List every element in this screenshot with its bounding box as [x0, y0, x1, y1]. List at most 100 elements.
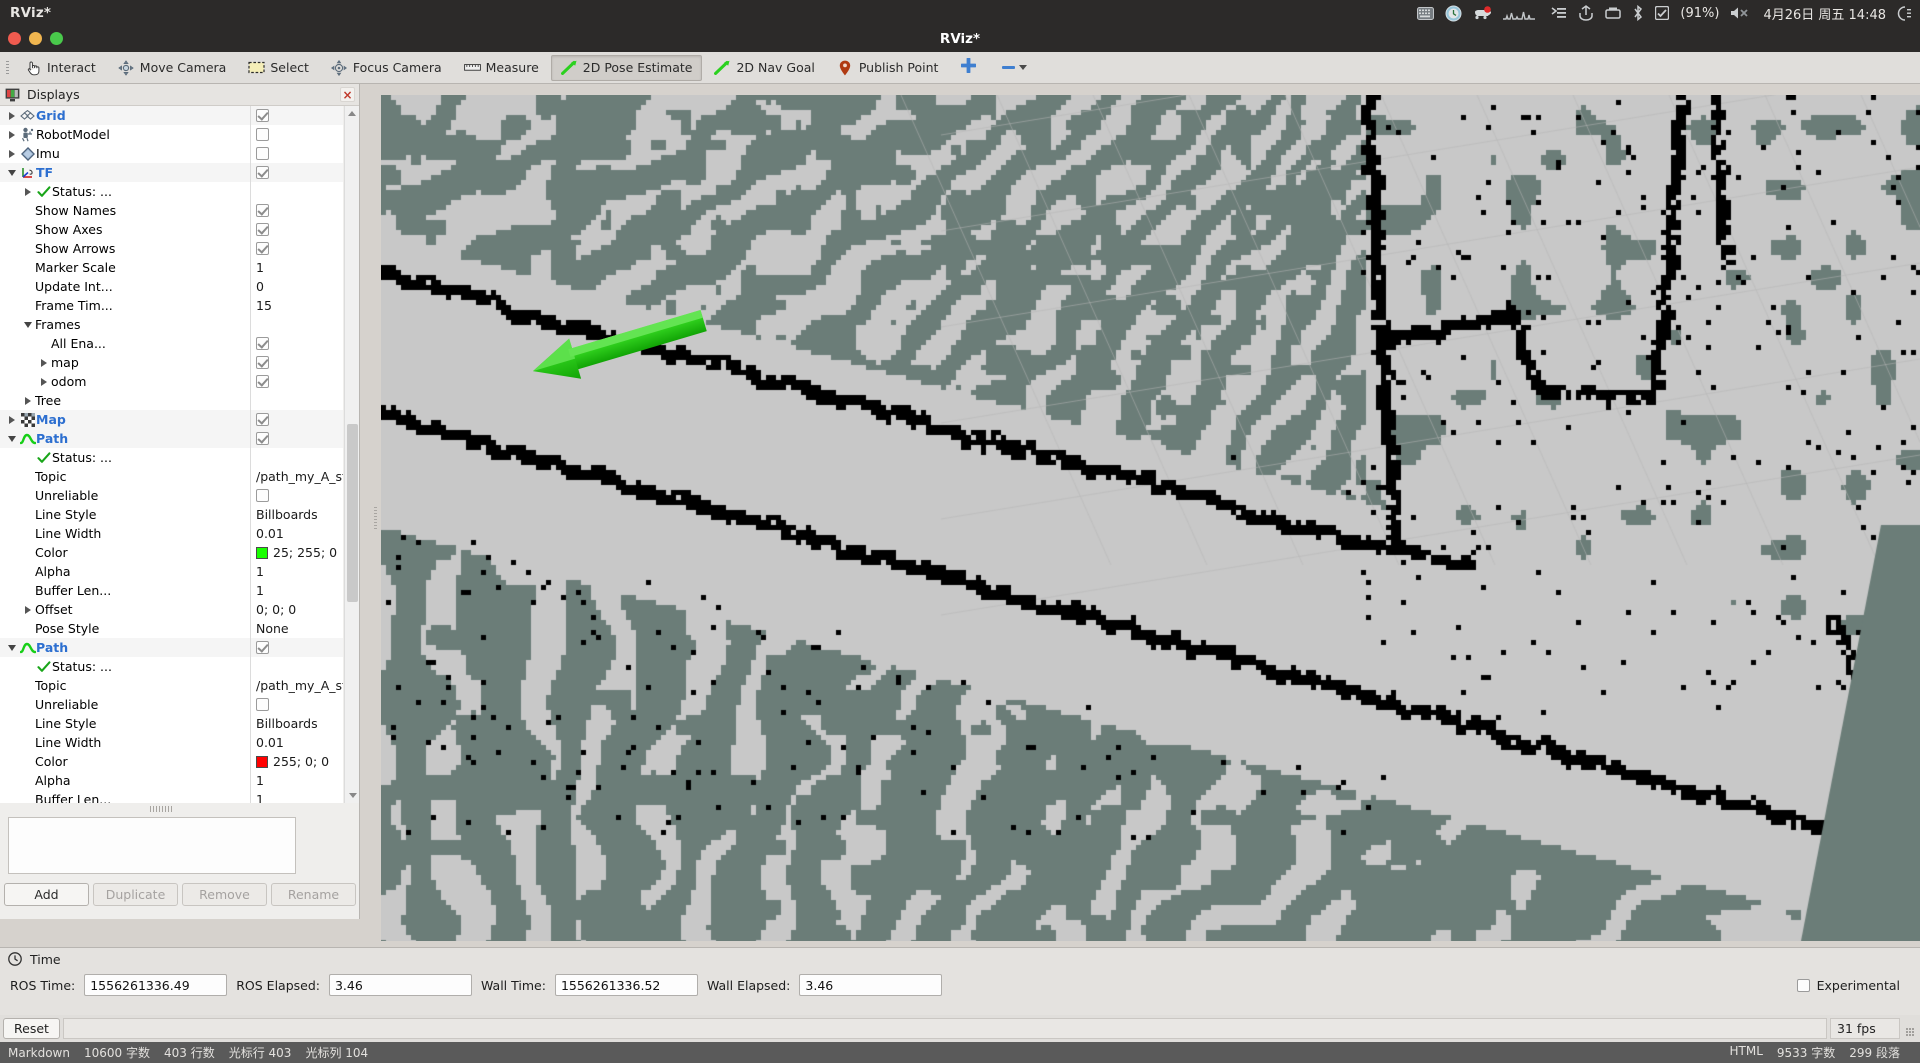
ubuntu-one-icon[interactable]	[1578, 4, 1594, 22]
chevron-right-icon[interactable]	[20, 396, 35, 405]
tool-2d-pose-estimate[interactable]: 2D Pose Estimate	[550, 54, 703, 81]
tree-row[interactable]: Topic/path_my_A_star	[0, 467, 343, 486]
reset-button[interactable]: Reset	[3, 1018, 60, 1039]
tree-row[interactable]: Tree	[0, 391, 343, 410]
tree-row[interactable]: Show Arrows	[0, 239, 343, 258]
chevron-right-icon[interactable]	[36, 358, 51, 367]
tree-row[interactable]: Unreliable	[0, 695, 343, 714]
tree-row-checkbox[interactable]	[256, 128, 269, 141]
rviz-3d-viewport[interactable]	[381, 95, 1920, 941]
tree-row-checkbox[interactable]	[256, 223, 269, 236]
ros-time-input[interactable]: 1556261336.49	[84, 974, 228, 996]
tree-row[interactable]: Line Style Billboards	[0, 505, 343, 524]
tree-row[interactable]: TF	[0, 163, 343, 182]
tree-row-value[interactable]: None	[251, 619, 343, 638]
tree-row[interactable]: All Ena...	[0, 334, 343, 353]
wall-elapsed-input[interactable]: 3.46	[799, 974, 943, 996]
tree-row-value[interactable]: 1	[251, 581, 343, 600]
chevron-down-icon[interactable]	[4, 435, 19, 442]
chevron-right-icon[interactable]	[20, 187, 35, 196]
tree-row-value[interactable]	[251, 432, 343, 445]
tree-row[interactable]: RobotModel	[0, 125, 343, 144]
tree-row[interactable]: Line Width 0.01	[0, 733, 343, 752]
tree-row-value[interactable]: 1	[251, 562, 343, 581]
tree-row-value[interactable]	[251, 413, 343, 426]
tree-row[interactable]: map	[0, 353, 343, 372]
tree-row[interactable]: Buffer Len... 1	[0, 581, 343, 600]
tree-row-checkbox[interactable]	[256, 109, 269, 122]
tree-row-checkbox[interactable]	[256, 641, 269, 654]
experimental-toggle[interactable]: Experimental	[1796, 978, 1910, 993]
network-icon[interactable]	[1605, 7, 1622, 20]
chevron-down-icon[interactable]	[20, 321, 35, 328]
tree-row[interactable]: Marker Scale 1	[0, 258, 343, 277]
tree-row[interactable]: Path	[0, 638, 343, 657]
battery-indicator[interactable]: (91%)	[1680, 6, 1719, 21]
tree-row[interactable]: Show Axes	[0, 220, 343, 239]
close-icon[interactable]: ×	[340, 87, 355, 102]
tree-row[interactable]: Imu	[0, 144, 343, 163]
chevron-right-icon[interactable]	[20, 605, 35, 614]
tree-row-value[interactable]: /path_my_A_star	[251, 467, 343, 486]
tree-row[interactable]: Color 255; 0; 0	[0, 752, 343, 771]
chevron-right-icon[interactable]	[4, 111, 19, 120]
tree-row-checkbox[interactable]	[256, 413, 269, 426]
clock-alarm-icon[interactable]	[1445, 5, 1462, 22]
tree-row-value[interactable]	[251, 356, 343, 369]
tree-row[interactable]: Offset 0; 0; 0	[0, 600, 343, 619]
tree-row[interactable]: Show Names	[0, 201, 343, 220]
tree-row-value[interactable]: 15	[251, 296, 343, 315]
tree-row-value[interactable]: 0.01	[251, 733, 343, 752]
tool-select[interactable]: Select	[238, 55, 319, 81]
tree-row-value[interactable]	[251, 223, 343, 236]
tree-row-value[interactable]	[251, 489, 343, 502]
tool-publish-point[interactable]: Publish Point	[827, 55, 949, 81]
tree-row-value[interactable]: 255; 0; 0	[251, 752, 343, 771]
tree-row-value[interactable]	[251, 337, 343, 350]
tree-row-value[interactable]: 1	[251, 790, 343, 803]
tree-row-value[interactable]	[251, 128, 343, 141]
rename-button[interactable]: Rename	[271, 882, 356, 906]
wall-time-input[interactable]: 1556261336.52	[554, 974, 698, 996]
tree-row-checkbox[interactable]	[256, 242, 269, 255]
tree-row-checkbox[interactable]	[256, 432, 269, 445]
tree-row-value[interactable]	[251, 698, 343, 711]
chevron-right-icon[interactable]	[36, 377, 51, 386]
tree-row[interactable]: Alpha 1	[0, 771, 343, 790]
tree-row-value[interactable]	[251, 109, 343, 122]
tree-row-value[interactable]: /path_my_A_star_changed	[251, 676, 343, 695]
tree-row-value[interactable]	[251, 242, 343, 255]
toolbar-drag-handle[interactable]	[0, 52, 14, 84]
tree-row[interactable]: Unreliable	[0, 486, 343, 505]
remove-button[interactable]: Remove	[182, 882, 267, 906]
displays-tree-scrollbar[interactable]	[344, 106, 359, 803]
volume-muted-icon[interactable]	[1730, 6, 1752, 20]
tree-row[interactable]: Alpha 1	[0, 562, 343, 581]
tree-row[interactable]: odom	[0, 372, 343, 391]
tree-row[interactable]: Update Int... 0	[0, 277, 343, 296]
scrollbar-thumb[interactable]	[347, 424, 358, 602]
tree-row-checkbox[interactable]	[256, 698, 269, 711]
tree-row[interactable]: Topic/path_my_A_star_changed	[0, 676, 343, 695]
input-method-icon[interactable]	[1550, 6, 1567, 20]
tree-row[interactable]: Line Style Billboards	[0, 714, 343, 733]
tree-row-value[interactable]	[251, 641, 343, 654]
tree-row[interactable]: Frame Tim... 15	[0, 296, 343, 315]
tree-row-value[interactable]: 0; 0; 0	[251, 600, 343, 619]
tree-row-value[interactable]	[251, 375, 343, 388]
ros-elapsed-input[interactable]: 3.46	[328, 974, 472, 996]
tree-row-value[interactable]	[251, 166, 343, 179]
tree-row-value[interactable]	[251, 204, 343, 217]
bluetooth-icon[interactable]	[1632, 5, 1644, 21]
tree-row-checkbox[interactable]	[256, 489, 269, 502]
tree-row-value[interactable]: 1	[251, 258, 343, 277]
tool-measure[interactable]: Measure	[454, 55, 549, 81]
view-splitter-handle[interactable]	[372, 95, 379, 941]
tree-row[interactable]: Status: ...	[0, 657, 343, 676]
tree-row-value[interactable]: 0	[251, 277, 343, 296]
tree-row-value[interactable]: Billboards	[251, 505, 343, 524]
scroll-up-icon[interactable]	[345, 106, 359, 121]
tree-row-checkbox[interactable]	[256, 337, 269, 350]
tree-row-value[interactable]: 25; 255; 0	[251, 543, 343, 562]
chevron-right-icon[interactable]	[4, 130, 19, 139]
